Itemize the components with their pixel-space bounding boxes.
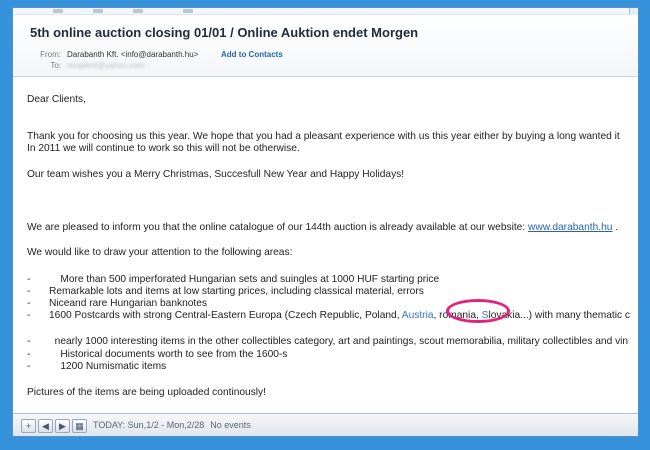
- from-value: Darabanth Kft. <info@darabanth.hu>: [67, 50, 199, 59]
- list-item-text: 1200 Numismatic items: [60, 361, 167, 372]
- top-toolbar-strip: [13, 8, 638, 15]
- list-item-text: Niceand rare Hungarian banknotes: [49, 298, 208, 309]
- calendar-toolbar: + ◀ ▶ ▦ TODAY: Sun,1/2 - Mon,2/28 No even…: [13, 413, 638, 436]
- paragraph-thanks-line2: In 2011 we will continue to work so this…: [27, 143, 300, 154]
- paragraph-catalogue: We are pleased to inform you that the on…: [27, 222, 618, 233]
- calendar-icon[interactable]: ▦: [72, 419, 87, 433]
- today-label: TODAY: Sun,1/2 - Mon,2/28: [93, 420, 205, 430]
- greeting: Dear Clients,: [27, 94, 86, 105]
- next-button[interactable]: ▶: [55, 419, 70, 433]
- paragraph-thanks-line1: Thank you for choosing us this year. We …: [27, 131, 620, 142]
- add-event-button[interactable]: +: [21, 419, 36, 433]
- toolbar-icon[interactable]: [93, 9, 103, 13]
- message-body: Dear Clients, Thank you for choosing us …: [13, 77, 638, 413]
- catalogue-text: We are pleased to inform you that the on…: [27, 222, 529, 233]
- list-item: - Remarkable lots and items at low starti…: [27, 286, 424, 297]
- catalogue-end: .: [612, 222, 619, 233]
- list-item: - 1200 Numismatic items: [27, 361, 167, 372]
- website-link[interactable]: www.darabanth.hu: [528, 222, 612, 233]
- list-item-text: Historical documents worth to see from t…: [60, 349, 288, 360]
- list-item-text: nearly 1000 interesting items in the oth…: [54, 336, 629, 347]
- list-item: - Historical documents worth to see from…: [27, 349, 288, 360]
- events-status: No events: [210, 420, 251, 430]
- list-item: - More than 500 imperforated Hungarian s…: [27, 274, 440, 285]
- from-label: From:: [40, 50, 61, 59]
- toolbar-icon[interactable]: [183, 9, 193, 13]
- list-item: -1600 Postcards with strong Central-East…: [27, 310, 630, 321]
- to-label: To:: [50, 61, 61, 70]
- add-to-contacts-link[interactable]: Add to Contacts: [221, 50, 283, 59]
- to-value: recipient@yahoo.com: [67, 61, 145, 70]
- list-item: - nearly 1000 interesting items in the o…: [27, 336, 629, 347]
- previous-button[interactable]: ◀: [38, 419, 53, 433]
- message-header: 5th online auction closing 01/01 / Onlin…: [13, 15, 638, 77]
- highlight-circle: [446, 299, 510, 323]
- austria-text: Austria: [401, 310, 434, 321]
- toolbar-icon[interactable]: [53, 9, 63, 13]
- today-range: TODAY: Sun,1/2 - Mon,2/28 No events: [93, 420, 251, 430]
- list-item-text: 1600 Postcards with strong Central-Easte…: [49, 310, 402, 321]
- toolbar-icon[interactable]: [133, 9, 143, 13]
- paragraph-wishes: Our team wishes you a Merry Christmas, S…: [27, 169, 405, 180]
- paragraph-attention: We would like to draw your attention to …: [27, 247, 293, 258]
- list-item-text: More than 500 imperforated Hungarian set…: [60, 274, 440, 285]
- list-item: - Niceand rare Hungarian banknotes: [27, 298, 208, 309]
- message-subject: 5th online auction closing 01/01 / Onlin…: [30, 25, 419, 40]
- closing-line: Pictures of the items are being uploaded…: [27, 387, 266, 398]
- mail-window: 5th online auction closing 01/01 / Onlin…: [13, 8, 638, 436]
- list-item-text: Remarkable lots and items at low startin…: [49, 286, 424, 297]
